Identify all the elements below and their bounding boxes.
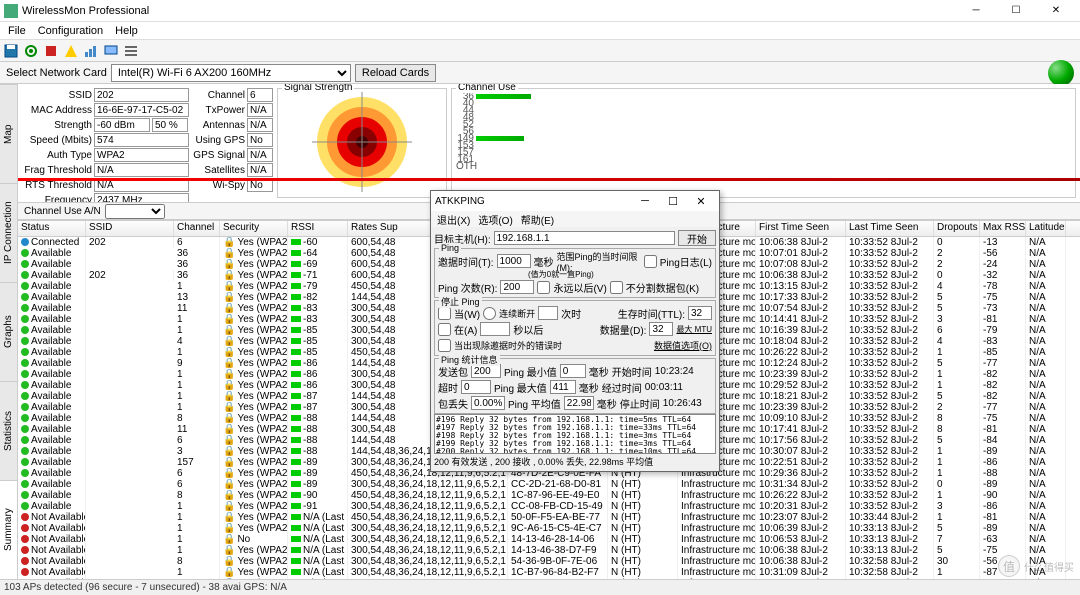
channel-use-select[interactable] xyxy=(105,204,165,219)
antennas-field[interactable] xyxy=(247,118,273,132)
channel-field[interactable] xyxy=(247,88,273,102)
menu-help[interactable]: Help xyxy=(109,24,144,38)
netcard-label: Select Network Card xyxy=(6,67,107,79)
pinglog-check[interactable] xyxy=(644,255,657,268)
satellites-field[interactable] xyxy=(247,163,273,177)
watermark: 值什么值得买 xyxy=(998,555,1074,577)
table-row[interactable]: Available6🔒Yes (WPA2)-89300,54,48,36,24,… xyxy=(18,479,1080,490)
vtab-summary[interactable]: Summary xyxy=(0,480,17,579)
list-icon[interactable] xyxy=(122,42,140,60)
strength-field[interactable] xyxy=(94,118,150,132)
save-icon[interactable] xyxy=(2,42,20,60)
table-row[interactable]: Not Available1🔒Yes (WPA2)N/A (Last signa… xyxy=(18,512,1080,523)
ssid-field[interactable] xyxy=(94,88,189,102)
app-title: WirelessMon Professional xyxy=(22,5,956,17)
table-row[interactable]: Not Available1🔒Yes (WPA2)N/A (Last signa… xyxy=(18,523,1080,534)
menu-configuration[interactable]: Configuration xyxy=(32,24,109,38)
vtab-graphs[interactable]: Graphs xyxy=(0,282,17,381)
dialog-close[interactable]: ✕ xyxy=(687,192,715,210)
channel-use-box: Channel Use 364044485256149153157161OTH xyxy=(451,88,1076,198)
table-row[interactable]: Not Available1🔒NoN/A (Last signal -300,5… xyxy=(18,534,1080,545)
ping-log: #196 Reply 32 bytes from 192.168.1.1: ti… xyxy=(434,414,716,454)
dialog-titlebar[interactable]: ATKKPING ─ ☐ ✕ xyxy=(431,191,719,211)
menu-file[interactable]: File xyxy=(2,24,32,38)
speed-field[interactable] xyxy=(94,133,189,147)
ping-target-input[interactable] xyxy=(494,231,675,245)
table-row[interactable]: Not Available8🔒Yes (WPA2)N/A (Last signa… xyxy=(18,556,1080,567)
left-fields: SSID MAC Address Strength Speed (Mbits) … xyxy=(22,88,189,198)
ping-dialog: ATKKPING ─ ☐ ✕ 退出(X) 选项(O) 帮助(E) 目标主机(H)… xyxy=(430,190,720,472)
vtab-ip[interactable]: IP Connection xyxy=(0,183,17,282)
stop-icon[interactable] xyxy=(42,42,60,60)
gpssignal-field[interactable] xyxy=(247,148,273,162)
netcard-row: Select Network Card Intel(R) Wi-Fi 6 AX2… xyxy=(0,62,1080,84)
bar-icon[interactable] xyxy=(82,42,100,60)
menubar: File Configuration Help xyxy=(0,22,1080,40)
mid-fields: Channel TxPower Antennas Using GPS GPS S… xyxy=(193,88,273,198)
dialog-maximize[interactable]: ☐ xyxy=(659,192,687,210)
dialog-menu: 退出(X) 选项(O) 帮助(E) xyxy=(431,211,719,227)
globe-icon[interactable] xyxy=(1048,60,1074,86)
dialog-minimize[interactable]: ─ xyxy=(631,192,659,210)
auth-field[interactable] xyxy=(94,148,189,162)
divider-redbar xyxy=(18,178,1080,181)
app-icon xyxy=(4,4,18,18)
table-row[interactable]: Available1🔒Yes (WPA2)-91300,54,48,36,24,… xyxy=(18,501,1080,512)
table-row[interactable]: Not Available1🔒Yes (WPA2)N/A (Last signa… xyxy=(18,567,1080,578)
table-row[interactable]: Available8🔒Yes (WPA2)-90450,54,48,36,24,… xyxy=(18,490,1080,501)
top-panel: SSID MAC Address Strength Speed (Mbits) … xyxy=(18,84,1080,202)
ping-start-button[interactable]: 开始 xyxy=(678,230,716,246)
statusbar: 103 APs detected (96 secure - 7 unsecure… xyxy=(0,579,1080,595)
side-tabs: Map IP Connection Graphs Statistics Summ… xyxy=(0,84,18,579)
maximize-button[interactable]: ☐ xyxy=(996,1,1036,21)
reload-button[interactable]: Reload Cards xyxy=(355,64,436,82)
table-row[interactable]: Not Available1🔒Yes (WPA2)N/A (Last signa… xyxy=(18,545,1080,556)
toolbar xyxy=(0,40,1080,62)
titlebar: WirelessMon Professional ─ ☐ ✕ xyxy=(0,0,1080,22)
strength-pct-field[interactable] xyxy=(152,118,188,132)
minimize-button[interactable]: ─ xyxy=(956,1,996,21)
gps-field[interactable] xyxy=(247,133,273,147)
netcard-select[interactable]: Intel(R) Wi-Fi 6 AX200 160MHz xyxy=(111,64,351,82)
target-icon[interactable] xyxy=(22,42,40,60)
vtab-map[interactable]: Map xyxy=(0,84,17,183)
frag-field[interactable] xyxy=(94,163,189,177)
mac-field[interactable] xyxy=(94,103,189,117)
signal-strength-box: Signal Strength xyxy=(277,88,447,198)
desk-icon[interactable] xyxy=(102,42,120,60)
close-button[interactable]: ✕ xyxy=(1036,1,1076,21)
txpower-field[interactable] xyxy=(247,103,273,117)
alert-icon[interactable] xyxy=(62,42,80,60)
signal-radar xyxy=(307,97,417,187)
vtab-stats[interactable]: Statistics xyxy=(0,381,17,480)
